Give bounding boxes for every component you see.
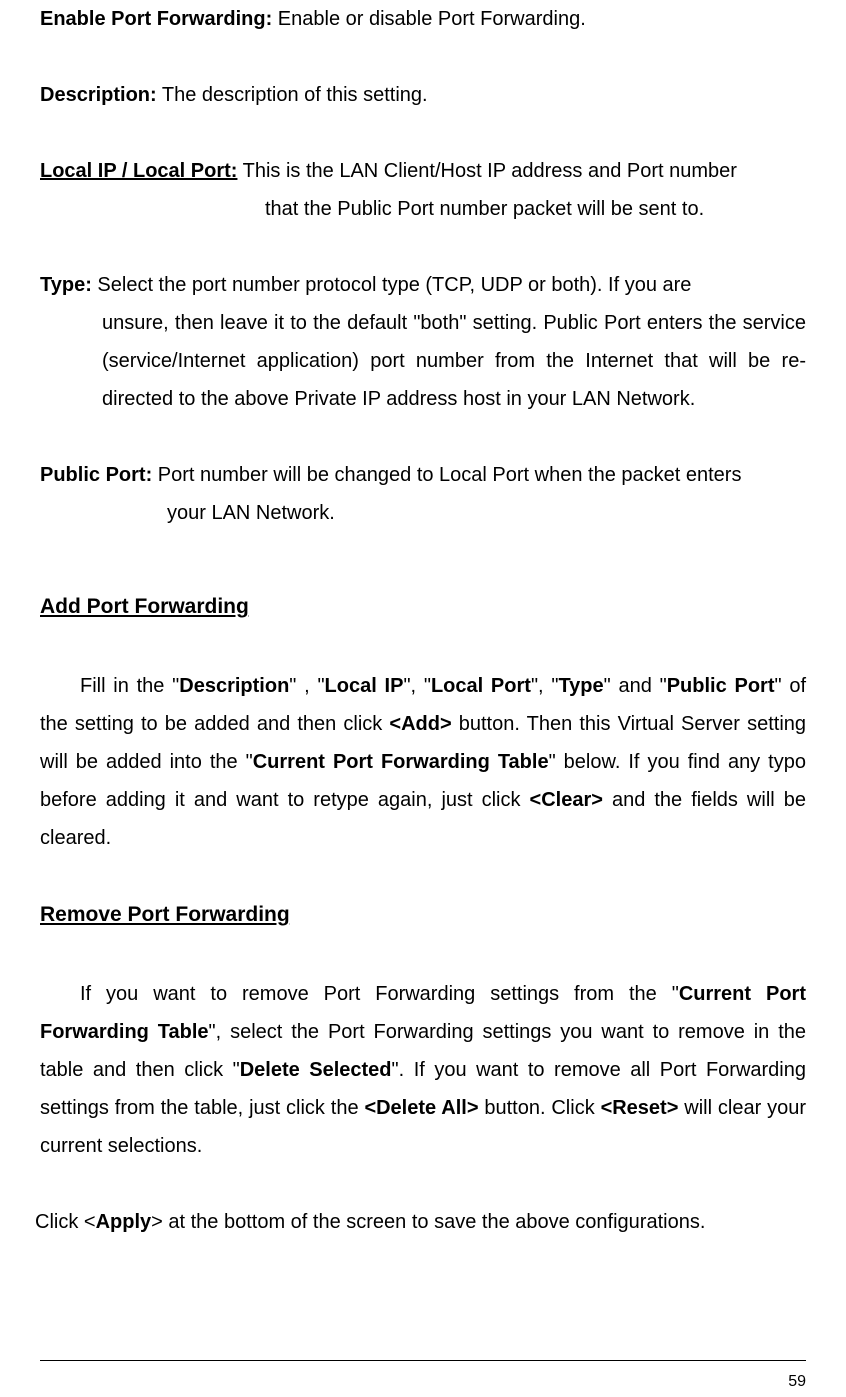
button-reset: <Reset> bbox=[601, 1097, 679, 1119]
definition-text: Enable or disable Port Forwarding. bbox=[272, 8, 586, 30]
definition-type: Type: Select the port number protocol ty… bbox=[40, 266, 806, 418]
button-add: <Add> bbox=[389, 713, 451, 735]
definition-line: Public Port: Port number will be changed… bbox=[40, 456, 806, 494]
definition-label: Type: bbox=[40, 274, 92, 296]
definition-enable-port-forwarding: Enable Port Forwarding: Enable or disabl… bbox=[40, 0, 806, 38]
definition-line: Local IP / Local Port: This is the LAN C… bbox=[40, 152, 806, 190]
definition-text: This is the LAN Client/Host IP address a… bbox=[237, 160, 737, 182]
definition-text: Select the port number protocol type (TC… bbox=[92, 274, 692, 296]
term-public-port: Public Port bbox=[667, 675, 775, 697]
definition-continuation: your LAN Network. bbox=[40, 494, 806, 532]
button-clear: <Clear> bbox=[530, 789, 603, 811]
term-description: Description bbox=[179, 675, 289, 697]
definition-line: Type: Select the port number protocol ty… bbox=[40, 266, 806, 304]
definition-label: Description: bbox=[40, 84, 157, 106]
button-delete-all: <Delete All> bbox=[364, 1097, 478, 1119]
definition-continuation: unsure, then leave it to the default "bo… bbox=[40, 304, 806, 418]
paragraph-add: Fill in the "Description" , "Local IP", … bbox=[40, 667, 806, 857]
button-apply: Apply bbox=[96, 1211, 152, 1233]
definition-local-ip-port: Local IP / Local Port: This is the LAN C… bbox=[40, 152, 806, 228]
button-delete-selected: Delete Selected bbox=[240, 1059, 392, 1081]
heading-add-port-forwarding: Add Port Forwarding bbox=[40, 587, 806, 627]
definition-text: Port number will be changed to Local Por… bbox=[152, 464, 741, 486]
page-number: 59 bbox=[40, 1361, 806, 1397]
definition-label: Enable Port Forwarding: bbox=[40, 8, 272, 30]
paragraph-apply: Click <Apply> at the bottom of the scree… bbox=[35, 1203, 806, 1241]
definition-continuation: that the Public Port number packet will … bbox=[40, 190, 806, 228]
paragraph-remove: If you want to remove Port Forwarding se… bbox=[40, 975, 806, 1165]
definition-public-port: Public Port: Port number will be changed… bbox=[40, 456, 806, 532]
definition-label: Public Port: bbox=[40, 464, 152, 486]
definition-label: Local IP / Local Port: bbox=[40, 160, 237, 182]
definition-text: The description of this setting. bbox=[157, 84, 428, 106]
term-forwarding-table: Current Port Forwarding Table bbox=[253, 751, 549, 773]
term-local-ip: Local IP bbox=[325, 675, 404, 697]
term-local-port: Local Port bbox=[431, 675, 531, 697]
heading-remove-port-forwarding: Remove Port Forwarding bbox=[40, 895, 806, 935]
definition-description: Description: The description of this set… bbox=[40, 76, 806, 114]
term-type: Type bbox=[558, 675, 603, 697]
